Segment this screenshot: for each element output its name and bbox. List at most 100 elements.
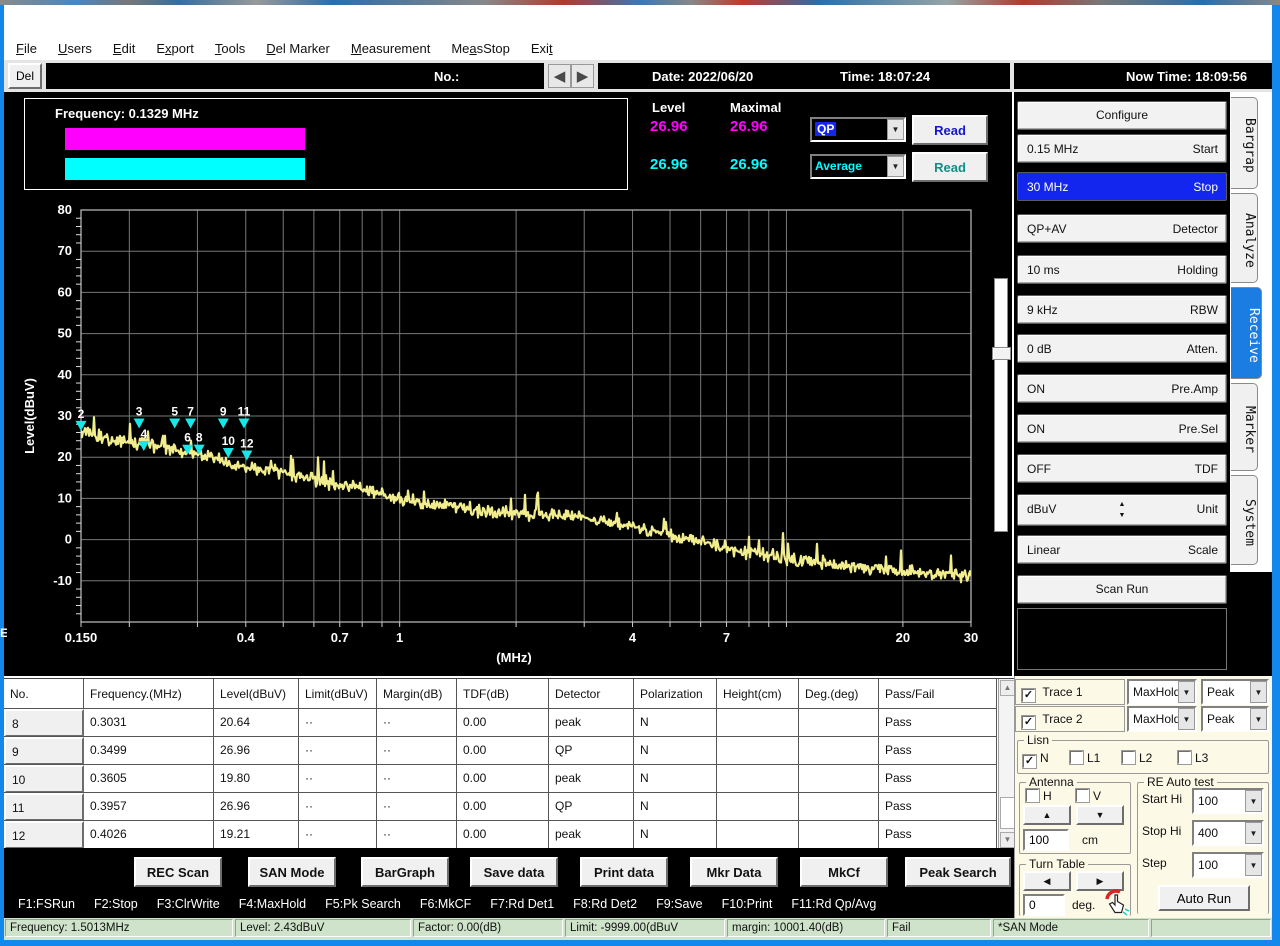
button-mkr-data[interactable]: Mkr Data — [690, 857, 778, 887]
trace1-detector-select[interactable]: Peak ▼ — [1201, 679, 1269, 705]
tab-analyze[interactable]: Analyze — [1231, 193, 1258, 283]
menu-item-file[interactable]: File — [16, 41, 37, 56]
side-button-configure[interactable]: Configure — [1017, 101, 1227, 130]
chart-vertical-slider[interactable] — [994, 278, 1008, 532]
cell-12-0[interactable]: 12 — [4, 821, 84, 849]
lisn-n-checkbox[interactable]: ✓ — [1023, 755, 1036, 768]
side-button-pre-sel[interactable]: ONPre.Sel — [1017, 414, 1227, 443]
cell-10-0[interactable]: 10 — [4, 765, 84, 793]
antenna-v-checkbox[interactable] — [1076, 789, 1089, 802]
side-button-atten[interactable]: 0 dBAtten. — [1017, 334, 1227, 363]
side-button-start[interactable]: 0.15 MHzStart — [1017, 134, 1227, 163]
detector1-select[interactable]: QP ▼ — [810, 117, 906, 142]
button-rec-scan[interactable]: REC Scan — [134, 857, 222, 887]
tab-bargrap[interactable]: Bargrap — [1231, 97, 1258, 189]
button-save-data[interactable]: Save data — [470, 857, 558, 887]
stop-height-dropdown-button[interactable]: ▼ — [1245, 822, 1262, 844]
menu-item-del-marker[interactable]: Del Marker — [266, 41, 330, 56]
auto-run-button[interactable]: Auto Run — [1158, 885, 1250, 911]
tab-marker[interactable]: Marker — [1231, 383, 1258, 471]
trace2-detector-dropdown-button[interactable]: ▼ — [1250, 708, 1267, 730]
start-height-select[interactable]: 100 ▼ — [1192, 788, 1264, 814]
trace1-mode-dropdown-button[interactable]: ▼ — [1178, 681, 1195, 703]
turntable-angle-input[interactable] — [1023, 894, 1065, 916]
scroll-down-button[interactable]: ▼ — [1000, 832, 1015, 848]
read1-button[interactable]: Read — [912, 115, 988, 145]
menu-item-users[interactable]: Users — [58, 41, 92, 56]
cell-8-0[interactable]: 8 — [4, 709, 84, 737]
trace1-checkbox[interactable]: ✓ — [1022, 689, 1035, 702]
side-button-pre-amp[interactable]: ONPre.Amp — [1017, 374, 1227, 403]
antenna-h-option[interactable]: H — [1026, 787, 1052, 805]
antenna-up-button[interactable]: ▲ — [1023, 805, 1071, 825]
x-axis-title: (MHz) — [496, 650, 531, 665]
side-button-rbw[interactable]: 9 kHzRBW — [1017, 295, 1227, 324]
prev-record-button[interactable]: ◀ — [548, 64, 571, 88]
detector2-select[interactable]: Average ▼ — [810, 154, 906, 179]
button-mkcf[interactable]: MkCf — [800, 857, 888, 887]
detector2-dropdown-button[interactable]: ▼ — [887, 156, 904, 177]
trace1-mode-select[interactable]: MaxHold ▼ — [1127, 679, 1197, 705]
button-san-mode[interactable]: SAN Mode — [248, 857, 336, 887]
menu-item-measurement[interactable]: Measurement — [351, 41, 431, 56]
read2-button[interactable]: Read — [912, 152, 988, 182]
menu-item-tools[interactable]: Tools — [215, 41, 245, 56]
unit-up-spinner-icon[interactable]: ▲ — [1119, 501, 1126, 508]
antenna-v-option[interactable]: V — [1076, 787, 1101, 805]
cell-12-3: ·· — [299, 821, 377, 849]
menu-item-export[interactable]: Export — [156, 41, 194, 56]
cell-9-0[interactable]: 9 — [4, 737, 84, 765]
trace2-mode-select[interactable]: MaxHold ▼ — [1127, 706, 1197, 732]
del-button[interactable]: Del — [8, 63, 42, 89]
turntable-right-button[interactable]: ▶ — [1076, 871, 1124, 891]
step-select[interactable]: 100 ▼ — [1192, 852, 1264, 878]
tab-system[interactable]: System — [1231, 475, 1258, 565]
side-button-scan-run[interactable]: Scan Run — [1017, 575, 1227, 604]
detector1-dropdown-button[interactable]: ▼ — [887, 119, 904, 140]
lisn-l2-checkbox[interactable] — [1122, 751, 1135, 764]
button-print-data[interactable]: Print data — [580, 857, 668, 887]
side-button-scale[interactable]: LinearScale — [1017, 535, 1227, 564]
tab-receive[interactable]: Receive — [1231, 287, 1262, 379]
antenna-height-input[interactable] — [1023, 829, 1069, 851]
chart-slider-thumb[interactable] — [992, 347, 1011, 360]
turntable-left-button[interactable]: ◀ — [1023, 871, 1071, 891]
antenna-v-label: V — [1093, 789, 1101, 803]
trace2-detector-select[interactable]: Peak ▼ — [1201, 706, 1269, 732]
button-peak-search[interactable]: Peak Search — [905, 857, 1011, 887]
side-button-unit[interactable]: dBuVUnit▲▼ — [1017, 494, 1227, 526]
button-bargraph[interactable]: BarGraph — [361, 857, 449, 887]
scroll-up-button[interactable]: ▲ — [1000, 680, 1015, 696]
side-button-holding[interactable]: 10 msHolding — [1017, 255, 1227, 284]
side-button-tdf-value: OFF — [1027, 462, 1051, 476]
menu-item-exit[interactable]: Exit — [531, 41, 553, 56]
cell-11-0[interactable]: 11 — [4, 793, 84, 821]
side-button-tdf[interactable]: OFFTDF — [1017, 454, 1227, 483]
start-height-dropdown-button[interactable]: ▼ — [1245, 790, 1262, 812]
side-button-stop[interactable]: 30 MHzStop — [1017, 172, 1227, 201]
table-scrollbar-thumb[interactable] — [1000, 797, 1015, 829]
cell-10-3: ·· — [299, 765, 377, 793]
side-button-detector[interactable]: QP+AVDetector — [1017, 214, 1227, 243]
trace2-toggle[interactable]: ✓ Trace 2 — [1015, 706, 1125, 732]
up-arrow-icon: ▲ — [1043, 810, 1052, 820]
lisn-option-l1[interactable]: L1 — [1070, 749, 1100, 767]
trace1-detector-dropdown-button[interactable]: ▼ — [1250, 681, 1267, 703]
lisn-l1-checkbox[interactable] — [1070, 751, 1083, 764]
lisn-option-n[interactable]: ✓N — [1023, 749, 1049, 768]
antenna-down-button[interactable]: ▼ — [1076, 805, 1124, 825]
menu-item-edit[interactable]: Edit — [113, 41, 135, 56]
next-record-button[interactable]: ▶ — [571, 64, 594, 88]
stop-height-select[interactable]: 400 ▼ — [1192, 820, 1264, 846]
lisn-option-l3[interactable]: L3 — [1178, 749, 1208, 767]
date-label: Date: 2022/06/20 — [652, 69, 753, 84]
antenna-h-checkbox[interactable] — [1026, 789, 1039, 802]
step-dropdown-button[interactable]: ▼ — [1245, 854, 1262, 876]
trace2-checkbox[interactable]: ✓ — [1022, 716, 1035, 729]
menu-item-measstop[interactable]: MeasStop — [451, 41, 510, 56]
lisn-option-l2[interactable]: L2 — [1122, 749, 1152, 767]
unit-down-spinner-icon[interactable]: ▼ — [1119, 512, 1126, 519]
lisn-l3-checkbox[interactable] — [1178, 751, 1191, 764]
trace2-mode-dropdown-button[interactable]: ▼ — [1178, 708, 1195, 730]
trace1-toggle[interactable]: ✓ Trace 1 — [1015, 679, 1125, 705]
